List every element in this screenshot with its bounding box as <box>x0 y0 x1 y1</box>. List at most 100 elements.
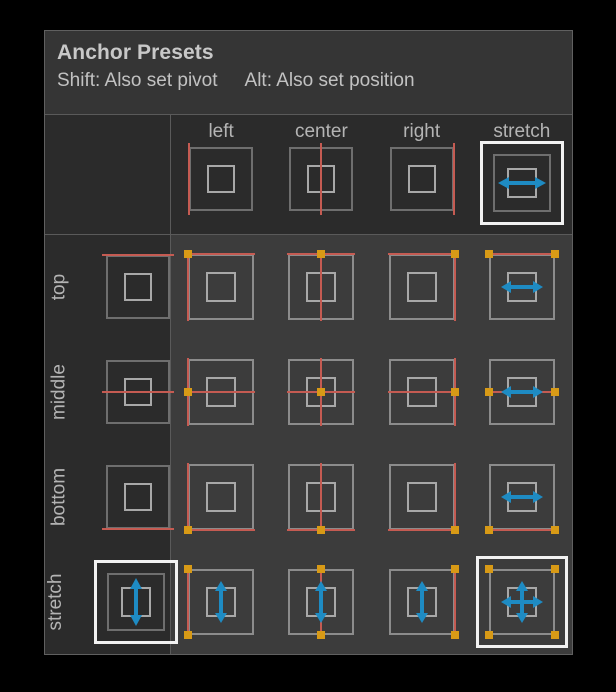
column-header-stretch[interactable]: stretch <box>472 115 572 234</box>
anchor-preset-top-center-icon[interactable] <box>271 235 371 340</box>
row-header-middle[interactable]: middle <box>45 340 174 445</box>
anchor-preset-bottom-center-icon[interactable] <box>271 445 371 550</box>
anchor-top-icon <box>102 254 174 320</box>
anchor-preset-bottom-right-icon[interactable] <box>372 445 472 550</box>
anchor-line-vertical <box>320 253 323 322</box>
row-header-top[interactable]: top <box>45 235 174 340</box>
inner-box <box>406 481 437 512</box>
anchor-line-vertical <box>453 462 456 531</box>
anchor-handle <box>550 525 559 534</box>
row-label-bottom: bottom <box>48 467 70 526</box>
anchor-handle <box>450 630 459 639</box>
hint-row: Shift: Also set pivot Alt: Also set posi… <box>57 69 560 93</box>
column-header-band: left center right stretch <box>45 115 572 235</box>
anchor-preset-bottom-left-icon[interactable] <box>171 445 271 550</box>
anchor-left-icon <box>188 143 254 215</box>
inner-box <box>206 481 237 512</box>
anchor-preset-top-left-icon[interactable] <box>171 235 271 340</box>
anchor-line-vertical <box>320 462 323 531</box>
anchor-handle <box>184 388 193 397</box>
anchor-preset-stretch-right-icon[interactable] <box>372 549 472 654</box>
anchor-line-horizontal <box>187 253 256 256</box>
inner-box <box>206 272 237 303</box>
anchor-handle <box>550 630 559 639</box>
vertical-arrow-icon <box>129 577 142 626</box>
anchor-stretch-horiz-icon <box>492 154 551 212</box>
anchor-handle <box>550 250 559 259</box>
horizontal-arrow-icon <box>500 281 543 294</box>
column-label-right: right <box>403 121 441 142</box>
column-label-center: center <box>294 121 348 142</box>
anchor-bottom-icon <box>102 464 174 530</box>
anchor-preset-stretch-stretch-icon[interactable] <box>472 549 572 654</box>
anchor-handle <box>317 525 326 534</box>
anchor-line-vertical <box>187 253 190 322</box>
anchor-line-horizontal <box>387 253 456 256</box>
row-header-bottom[interactable]: bottom <box>45 445 174 550</box>
horizontal-arrow-icon <box>500 490 543 503</box>
grid-row <box>171 235 572 340</box>
anchor-preset-middle-right-icon[interactable] <box>372 340 472 445</box>
hint-alt-position: Alt: Also set position <box>244 70 415 91</box>
grid-row <box>171 340 572 445</box>
anchor-handle <box>184 250 193 259</box>
anchor-preset-middle-stretch-icon[interactable] <box>472 340 572 445</box>
anchor-handle <box>184 630 193 639</box>
inner-box <box>406 272 437 303</box>
anchor-handle <box>450 250 459 259</box>
grid-row <box>171 445 572 550</box>
anchor-right-icon <box>389 143 455 215</box>
anchor-handle <box>484 525 493 534</box>
preset-grid <box>171 235 572 654</box>
anchor-preset-stretch-center-icon[interactable] <box>271 549 371 654</box>
anchor-handle <box>550 564 559 573</box>
anchor-preset-middle-left-icon[interactable] <box>171 340 271 445</box>
anchor-handle <box>484 250 493 259</box>
anchor-handle <box>550 388 559 397</box>
anchor-line-vertical <box>452 143 455 215</box>
anchor-handle <box>317 564 326 573</box>
anchor-line-horizontal <box>487 253 556 256</box>
anchor-line-horizontal <box>102 527 174 530</box>
page-title: Anchor Presets <box>57 41 214 64</box>
grid-body: top middle bottom stretch <box>45 235 572 654</box>
anchor-handle <box>450 525 459 534</box>
anchor-line-vertical <box>453 567 456 636</box>
anchor-middle-icon <box>102 360 174 425</box>
anchor-handle <box>317 630 326 639</box>
inner-box <box>124 273 152 302</box>
inner-box <box>407 165 436 193</box>
grid-row <box>171 549 572 654</box>
inner-box <box>124 482 152 511</box>
row-label-stretch: stretch <box>44 573 66 631</box>
anchor-preset-stretch-left-icon[interactable] <box>171 549 271 654</box>
anchor-handle <box>484 564 493 573</box>
row-header-stretch[interactable]: stretch <box>44 549 178 654</box>
row-headers: top middle bottom stretch <box>44 235 178 654</box>
column-label-left: left <box>208 121 234 142</box>
anchor-center-icon <box>289 143 354 215</box>
column-header-right[interactable]: right <box>372 115 472 234</box>
anchor-preset-middle-center-icon[interactable] <box>271 340 371 445</box>
anchor-line-horizontal <box>102 254 174 257</box>
anchor-line-horizontal <box>487 528 556 531</box>
anchor-handle <box>450 564 459 573</box>
vertical-arrow-icon <box>415 580 428 623</box>
anchor-line-horizontal <box>102 391 174 394</box>
anchor-preset-bottom-stretch-icon[interactable] <box>472 445 572 550</box>
anchor-line-horizontal <box>187 391 256 394</box>
anchor-line-horizontal <box>187 528 256 531</box>
row-label-top: top <box>48 274 70 301</box>
anchor-handle <box>184 525 193 534</box>
anchor-handle <box>450 388 459 397</box>
anchor-preset-top-right-icon[interactable] <box>372 235 472 340</box>
vertical-arrow-icon <box>315 580 328 623</box>
panel-header: Anchor Presets Shift: Also set pivot Alt… <box>45 31 572 115</box>
grid-corner-cell <box>45 115 171 234</box>
hint-shift-pivot: Shift: Also set pivot <box>57 70 218 91</box>
inner-box <box>207 165 236 193</box>
anchor-preset-top-stretch-icon[interactable] <box>472 235 572 340</box>
column-header-center[interactable]: center <box>271 115 371 234</box>
anchor-handle <box>317 250 326 259</box>
column-header-left[interactable]: left <box>171 115 271 234</box>
